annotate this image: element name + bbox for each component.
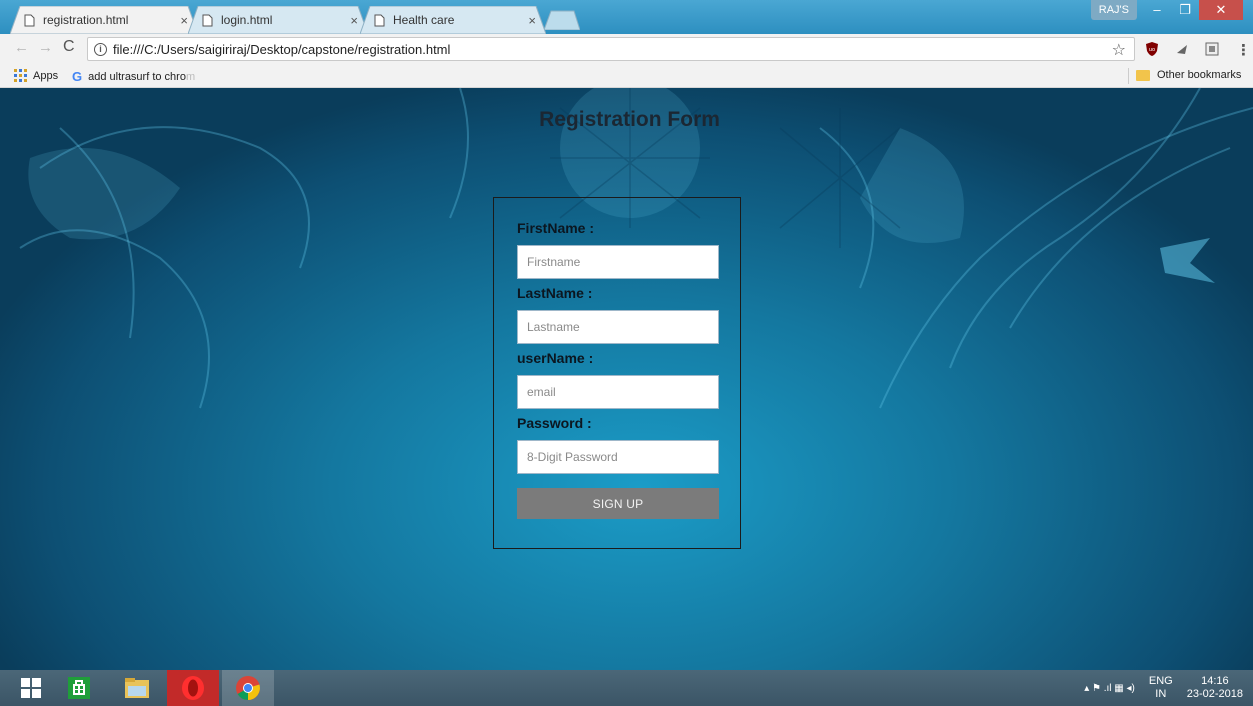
tab-title: login.html: [221, 13, 273, 27]
tab-title: registration.html: [43, 13, 129, 27]
page-title: Registration Form: [539, 108, 720, 131]
bookmark-star-icon[interactable]: ☆: [1112, 40, 1126, 60]
browser-tab-strip: registration.html × login.html × Health …: [0, 0, 1253, 34]
windows-taskbar: ▴ ⚑ .ıl ▦ ◂) ENG IN 14:16 23-02-2018: [0, 670, 1253, 706]
password-input[interactable]: [517, 440, 719, 474]
taskbar-file-explorer[interactable]: [114, 670, 160, 706]
clock-time: 14:16: [1201, 675, 1229, 687]
back-arrow-icon[interactable]: ←: [14, 39, 29, 56]
url-text[interactable]: file:///C:/Users/saigiriraj/Desktop/caps…: [113, 42, 450, 57]
google-icon: G: [72, 69, 83, 84]
bookmark-apps[interactable]: Apps: [14, 69, 58, 82]
forward-arrow-icon[interactable]: →: [38, 39, 53, 56]
tray-status-icons[interactable]: ▴ ⚑ .ıl ▦ ◂): [1084, 683, 1135, 694]
window-controls: RAJ'S – ❐ ✕: [1090, 0, 1243, 20]
password-label: Password :: [517, 415, 592, 431]
language-code: ENG: [1148, 675, 1173, 687]
profile-button[interactable]: RAJ'S: [1090, 0, 1137, 20]
restore-icon[interactable]: ❐: [1171, 0, 1199, 20]
document-icon: [374, 14, 385, 26]
minimize-icon[interactable]: –: [1143, 0, 1171, 20]
start-button[interactable]: [8, 670, 54, 706]
ublock-shield-icon[interactable]: uo: [1144, 41, 1160, 57]
close-window-icon[interactable]: ✕: [1199, 0, 1243, 20]
tab-login[interactable]: login.html ×: [188, 6, 368, 34]
bookmark-label: add ultrasurf to chro: [88, 70, 186, 83]
language-indicator[interactable]: ENG IN: [1149, 675, 1173, 701]
bookmark-label: Apps: [33, 69, 59, 82]
firstname-label: FirstName :: [517, 220, 595, 236]
taskbar-chrome[interactable]: [222, 670, 274, 706]
bookmark-label-faded: m: [185, 70, 196, 83]
tab-health-care[interactable]: Health care ×: [360, 6, 546, 34]
registration-form: FirstName : LastName : userName : Passwo…: [493, 197, 741, 549]
opera-icon: [182, 676, 204, 700]
bookmark-other[interactable]: Other bookmarks: [1136, 69, 1241, 81]
address-bar[interactable]: i file:///C:/Users/saigiriraj/Desktop/ca…: [87, 37, 1135, 61]
bookmarks-divider: [1128, 68, 1129, 84]
clock[interactable]: 14:16 23-02-2018: [1187, 675, 1243, 701]
sign-up-button[interactable]: SIGN UP: [517, 488, 719, 519]
ultrasurf-extension-icon[interactable]: [1174, 41, 1190, 57]
folder-icon: [1136, 69, 1150, 81]
file-explorer-icon: [125, 678, 149, 698]
page-viewport: Registration Form FirstName : LastName :…: [0, 88, 1253, 670]
bookmark-label: Other bookmarks: [1157, 69, 1242, 81]
document-icon: [202, 14, 213, 26]
extension-icons: uo: [1144, 41, 1220, 57]
apps-grid-icon: [14, 69, 27, 82]
document-icon: [24, 14, 35, 26]
reload-icon[interactable]: C: [63, 38, 75, 56]
username-label: userName :: [517, 350, 594, 366]
chrome-icon: [236, 676, 260, 700]
taskbar-store[interactable]: [56, 670, 102, 706]
username-email-input[interactable]: [517, 375, 719, 409]
clock-date: 23-02-2018: [1186, 688, 1243, 700]
windows-start-icon: [21, 678, 41, 698]
bookmark-ultrasurf[interactable]: G add ultrasurf to chro m: [72, 69, 195, 84]
taskbar-opera[interactable]: [167, 670, 219, 706]
svg-text:uo: uo: [1149, 47, 1155, 53]
page-extension-icon[interactable]: [1204, 41, 1220, 57]
system-tray: ▴ ⚑ .ıl ▦ ◂) ENG IN 14:16 23-02-2018: [1084, 670, 1243, 706]
close-tab-icon[interactable]: ×: [180, 13, 188, 28]
firstname-input[interactable]: [517, 245, 719, 279]
region-code: IN: [1155, 688, 1167, 700]
browser-toolbar: ← → C i file:///C:/Users/saigiriraj/Desk…: [0, 34, 1253, 64]
store-icon: [68, 677, 90, 699]
bookmarks-bar: Apps G add ultrasurf to chro m Other book…: [0, 64, 1253, 88]
new-tab-button[interactable]: [544, 10, 580, 30]
tab-registration[interactable]: registration.html ×: [10, 6, 198, 34]
close-tab-icon[interactable]: ×: [528, 13, 536, 28]
tab-title: Health care: [393, 13, 455, 27]
browser-menu-icon[interactable]: ⋮: [1236, 41, 1251, 59]
info-icon[interactable]: i: [94, 42, 107, 56]
close-tab-icon[interactable]: ×: [350, 13, 358, 28]
lastname-label: LastName :: [517, 285, 593, 301]
lastname-input[interactable]: [517, 310, 719, 344]
